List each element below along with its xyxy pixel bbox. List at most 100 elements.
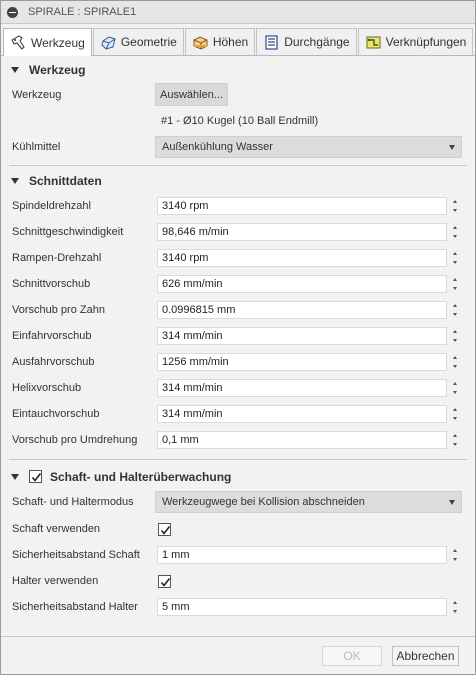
cutting-feedrate-input[interactable]: 626 mm/min — [157, 275, 447, 293]
section-header-schaft[interactable]: Schaft- und Halterüberwachung — [1, 465, 475, 488]
expand-triangle-icon[interactable] — [11, 66, 19, 73]
holder-clearance-label: Sicherheitsabstand Halter — [12, 601, 138, 613]
use-shaft-label: Schaft verwenden — [12, 523, 101, 535]
shaft-clearance-row: Sicherheitsabstand Schaft 1 mm — [1, 542, 475, 568]
feed-per-tooth-input[interactable]: 0.0996815 mm — [157, 301, 447, 319]
heights-icon — [192, 34, 209, 51]
spin-up-icon[interactable] — [453, 549, 457, 552]
tab-geometrie[interactable]: Geometrie — [92, 28, 184, 55]
spin-up-icon[interactable] — [453, 601, 457, 604]
plunge-feedrate-input[interactable]: 314 mm/min — [157, 405, 447, 423]
spin-up-icon[interactable] — [453, 252, 457, 255]
spin-down-icon[interactable] — [453, 209, 457, 212]
tool-label: Werkzeug — [12, 89, 62, 101]
passes-icon — [263, 34, 280, 51]
field-label: Einfahrvorschub — [12, 330, 92, 342]
spinner[interactable] — [449, 275, 461, 293]
section-header-werkzeug[interactable]: Werkzeug — [1, 58, 475, 81]
tab-bar: Werkzeug Geometrie Höhen Durchgänge Verk… — [1, 24, 475, 56]
checkmark-icon — [31, 473, 42, 482]
geometry-icon — [100, 34, 117, 51]
spinner[interactable] — [449, 431, 461, 449]
spinner[interactable] — [449, 301, 461, 319]
spin-down-icon[interactable] — [453, 339, 457, 342]
spinner[interactable] — [449, 405, 461, 423]
dialog-title: SPIRALE : SPIRALE1 — [28, 6, 137, 18]
spinner[interactable] — [449, 197, 461, 215]
use-holder-checkbox[interactable] — [158, 574, 171, 588]
field-label: Vorschub pro Zahn — [12, 304, 105, 316]
spin-down-icon[interactable] — [453, 313, 457, 316]
spin-down-icon[interactable] — [453, 558, 457, 561]
spin-down-icon[interactable] — [453, 610, 457, 613]
spinner[interactable] — [449, 546, 461, 564]
shaft-clearance-label: Sicherheitsabstand Schaft — [12, 549, 140, 561]
feed-per-revolution-input[interactable]: 0,1 mm — [157, 431, 447, 449]
field-row: Vorschub pro Umdrehung 0,1 mm — [1, 427, 475, 453]
spin-up-icon[interactable] — [453, 278, 457, 281]
divider — [9, 459, 467, 460]
ok-button[interactable]: OK — [322, 646, 382, 666]
tab-panel-werkzeug: Werkzeug Werkzeug Auswählen... #1 - Ø10 … — [1, 58, 475, 620]
tab-durchgaenge[interactable]: Durchgänge — [256, 28, 357, 55]
spin-up-icon[interactable] — [453, 304, 457, 307]
spinner[interactable] — [449, 353, 461, 371]
spin-down-icon[interactable] — [453, 235, 457, 238]
shaft-holder-checkbox[interactable] — [29, 470, 42, 483]
spinner[interactable] — [449, 379, 461, 397]
holder-clearance-input[interactable]: 5 mm — [157, 598, 447, 616]
spin-down-icon[interactable] — [453, 417, 457, 420]
tab-verknuepfungen[interactable]: Verknüpfungen — [357, 28, 474, 55]
coolant-row: Kühlmittel Außenkühlung Wasser — [1, 133, 475, 161]
spin-down-icon[interactable] — [453, 391, 457, 394]
mode-row: Schaft- und Haltermodus Werkzeugwege bei… — [1, 488, 475, 516]
select-tool-button[interactable]: Auswählen... — [155, 83, 228, 106]
coolant-select[interactable]: Außenkühlung Wasser — [155, 136, 462, 158]
cutting-speed-input[interactable]: 98,646 m/min — [157, 223, 447, 241]
checkmark-icon — [160, 525, 171, 535]
lead-in-feedrate-input[interactable]: 314 mm/min — [157, 327, 447, 345]
field-label: Schnittgeschwindigkeit — [12, 226, 124, 238]
chevron-down-icon — [449, 145, 455, 150]
spin-up-icon[interactable] — [453, 408, 457, 411]
expand-triangle-icon[interactable] — [11, 177, 19, 184]
field-row: Rampen-Drehzahl 3140 rpm — [1, 245, 475, 271]
spin-up-icon[interactable] — [453, 434, 457, 437]
ramp-speed-input[interactable]: 3140 rpm — [157, 249, 447, 267]
section-header-schnittdaten[interactable]: Schnittdaten — [1, 169, 475, 192]
spin-up-icon[interactable] — [453, 226, 457, 229]
shaft-clearance-input[interactable]: 1 mm — [157, 546, 447, 564]
tab-werkzeug[interactable]: Werkzeug — [3, 28, 92, 56]
mode-label: Schaft- und Haltermodus — [12, 496, 134, 508]
spin-down-icon[interactable] — [453, 365, 457, 368]
use-shaft-checkbox[interactable] — [158, 522, 171, 536]
linking-icon — [365, 34, 382, 51]
tab-hoehen[interactable]: Höhen — [184, 28, 256, 55]
spinner[interactable] — [449, 598, 461, 616]
expand-triangle-icon[interactable] — [11, 473, 19, 480]
spin-up-icon[interactable] — [453, 382, 457, 385]
helix-feedrate-input[interactable]: 314 mm/min — [157, 379, 447, 397]
spin-down-icon[interactable] — [453, 287, 457, 290]
spin-up-icon[interactable] — [453, 356, 457, 359]
spin-up-icon[interactable] — [453, 330, 457, 333]
spin-up-icon[interactable] — [453, 200, 457, 203]
collapse-icon[interactable] — [7, 6, 18, 18]
spinner[interactable] — [449, 249, 461, 267]
spinner[interactable] — [449, 327, 461, 345]
title-bar: SPIRALE : SPIRALE1 — [1, 1, 475, 24]
mode-select[interactable]: Werkzeugwege bei Kollision abschneiden — [155, 491, 462, 513]
tool-row: Werkzeug Auswählen... — [1, 81, 475, 109]
cancel-button[interactable]: Abbrechen — [392, 646, 459, 666]
tool-info-row: #1 - Ø10 Kugel (10 Ball Endmill) — [1, 109, 475, 133]
lead-out-feedrate-input[interactable]: 1256 mm/min — [157, 353, 447, 371]
spin-down-icon[interactable] — [453, 443, 457, 446]
spinner[interactable] — [449, 223, 461, 241]
use-holder-row: Halter verwenden — [1, 568, 475, 594]
tool-info: #1 - Ø10 Kugel (10 Ball Endmill) — [161, 115, 319, 127]
field-label: Ausfahrvorschub — [12, 356, 95, 368]
spin-down-icon[interactable] — [453, 261, 457, 264]
divider — [9, 165, 467, 166]
holder-clearance-row: Sicherheitsabstand Halter 5 mm — [1, 594, 475, 620]
spindle-speed-input[interactable]: 3140 rpm — [157, 197, 447, 215]
